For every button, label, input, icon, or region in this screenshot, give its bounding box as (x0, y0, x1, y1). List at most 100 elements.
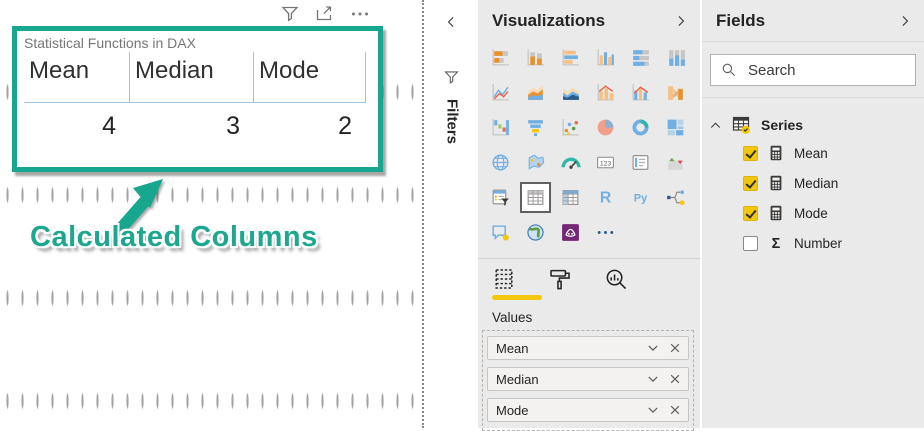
viz-icon-line-clustered-column-chart[interactable] (627, 79, 654, 106)
viz-icon-card[interactable]: 123 (592, 149, 619, 176)
viz-icon-map[interactable] (487, 149, 514, 176)
field-row-mean[interactable]: Mean (702, 138, 924, 168)
table-checked-icon (731, 115, 752, 135)
field-dropdown-chevron-icon[interactable] (646, 341, 660, 355)
value-field-pill[interactable]: Median (487, 367, 689, 391)
field-checkbox[interactable] (743, 206, 758, 221)
visual-filter-icon[interactable] (280, 4, 300, 24)
viz-icon-pie-chart[interactable] (592, 114, 619, 141)
filters-rail: Filters (426, 0, 478, 428)
values-field-well[interactable]: Mean Median Mode (482, 330, 694, 431)
focus-mode-button[interactable] (315, 4, 335, 24)
viz-icon-scatter-chart[interactable] (557, 114, 584, 141)
tab-fields[interactable] (492, 267, 516, 291)
viz-icon-line-stacked-column-chart[interactable] (592, 79, 619, 106)
fields-collapse-button[interactable] (898, 14, 912, 28)
viz-icon-decomposition-tree[interactable] (662, 184, 689, 211)
viz-icon-hundred-stacked-column-chart[interactable] (662, 44, 689, 71)
viz-icon-multi-row-card[interactable] (627, 149, 654, 176)
value-field-pill[interactable]: Mode (487, 398, 689, 422)
fields-search-input[interactable] (746, 61, 896, 80)
visualizations-pane-title: Visualizations (492, 11, 605, 31)
field-list: Mean Median Mode ΣNumber (702, 138, 924, 258)
viz-icon-clustered-bar-chart[interactable] (557, 44, 584, 71)
visual-title: Statistical Functions in DAX (17, 31, 378, 51)
viz-icon-python-script[interactable]: Py (627, 184, 654, 211)
visualizations-collapse-button[interactable] (674, 14, 688, 28)
selected-tab-underline (492, 295, 542, 300)
table-cell-value: 4 (24, 103, 130, 141)
viz-icon-area-chart[interactable] (522, 79, 549, 106)
field-checkbox[interactable] (743, 176, 758, 191)
viz-icon-matrix[interactable] (557, 184, 584, 211)
field-label[interactable]: Mean (794, 146, 828, 161)
remove-field-button[interactable] (668, 372, 682, 386)
tab-format[interactable] (548, 267, 572, 291)
tab-analytics[interactable] (604, 267, 628, 291)
visualization-type-grid: 123 R Py (483, 44, 700, 246)
svg-text:Py: Py (634, 193, 648, 205)
annotation-label: Calculated Columns (30, 221, 318, 254)
field-row-number[interactable]: ΣNumber (702, 228, 924, 258)
viz-icon-r-script[interactable]: R (592, 184, 619, 211)
remove-field-button[interactable] (668, 403, 682, 417)
viz-icon-table[interactable] (522, 184, 549, 211)
table-name-label[interactable]: Series (761, 117, 803, 133)
field-label[interactable]: Number (794, 236, 842, 251)
table-column-header[interactable]: Mean (24, 52, 130, 103)
field-checkbox[interactable] (743, 236, 758, 251)
field-row-mode[interactable]: Mode (702, 198, 924, 228)
viz-icon-waterfall-chart[interactable] (487, 114, 514, 141)
field-checkbox[interactable] (743, 146, 758, 161)
fields-pane-divider (702, 41, 924, 42)
table-header-row: MeanMedianMode (24, 52, 378, 103)
calculator-icon (767, 204, 785, 222)
viz-icon-arcgis-map[interactable] (522, 219, 549, 246)
table-cell-value: 2 (254, 103, 366, 141)
viz-icon-kpi[interactable] (662, 149, 689, 176)
viz-icon-clustered-column-chart[interactable] (592, 44, 619, 71)
values-section-label: Values (492, 310, 700, 325)
viz-icon-filled-map[interactable] (522, 149, 549, 176)
viz-icon-treemap[interactable] (662, 114, 689, 141)
collapse-table-chevron-icon[interactable] (709, 119, 722, 132)
viz-icon-qa[interactable] (487, 219, 514, 246)
field-row-median[interactable]: Median (702, 168, 924, 198)
field-label[interactable]: Median (794, 176, 838, 191)
field-label[interactable]: Mode (794, 206, 828, 221)
value-field-label: Mean (496, 341, 529, 356)
filters-rail-label[interactable]: Filters (444, 99, 461, 144)
field-dropdown-chevron-icon[interactable] (646, 403, 660, 417)
svg-text:123: 123 (600, 160, 612, 167)
visual-more-options-button[interactable] (350, 4, 370, 24)
fields-pane: Fields Series Mean Median Mode ΣNumber (702, 0, 924, 428)
viz-icon-donut-chart[interactable] (627, 114, 654, 141)
field-dropdown-chevron-icon[interactable] (646, 372, 660, 386)
table-node-series[interactable]: Series (702, 112, 924, 138)
viz-icon-funnel-chart[interactable] (522, 114, 549, 141)
table-column-header[interactable]: Mode (254, 52, 366, 103)
visual-header (280, 4, 370, 24)
table-visual[interactable]: MeanMedianMode 432 (24, 52, 378, 141)
viz-icon-stacked-bar-chart[interactable] (487, 44, 514, 71)
viz-icon-power-apps[interactable] (557, 219, 584, 246)
viz-icon-more-visuals[interactable] (592, 219, 619, 246)
table-column-header[interactable]: Median (130, 52, 254, 103)
fields-search-box[interactable] (710, 54, 916, 86)
viz-icon-slicer[interactable] (487, 184, 514, 211)
viz-pane-tabs (478, 259, 700, 291)
viz-icon-ribbon-chart[interactable] (662, 79, 689, 106)
filters-expand-button[interactable] (444, 15, 458, 29)
table-value-row: 432 (24, 103, 378, 141)
fields-pane-title: Fields (716, 11, 765, 31)
report-canvas[interactable]: Statistical Functions in DAX MeanMedianM… (0, 0, 424, 428)
table-cell-value: 3 (130, 103, 254, 141)
visualizations-pane: Visualizations 123RPy Values MeanMedianM… (478, 0, 700, 428)
viz-icon-line-chart[interactable] (487, 79, 514, 106)
viz-icon-gauge[interactable] (557, 149, 584, 176)
value-field-pill[interactable]: Mean (487, 336, 689, 360)
remove-field-button[interactable] (668, 341, 682, 355)
viz-icon-stacked-area-chart[interactable] (557, 79, 584, 106)
viz-icon-hundred-stacked-bar-chart[interactable] (627, 44, 654, 71)
viz-icon-stacked-column-chart[interactable] (522, 44, 549, 71)
